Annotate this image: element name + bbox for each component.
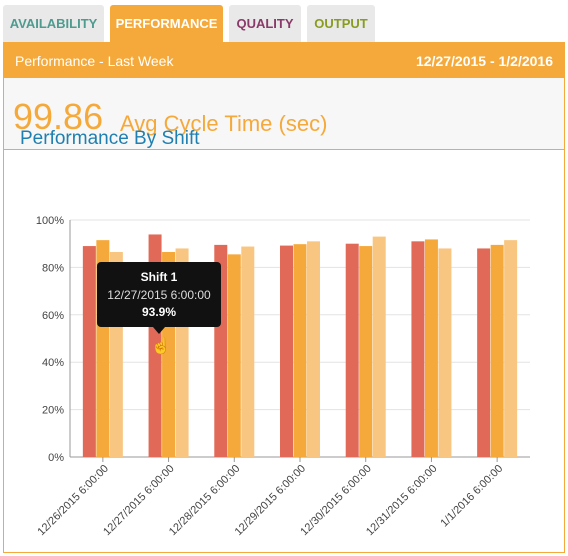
y-tick-label: 0% bbox=[48, 452, 64, 464]
chart-tooltip: Shift 1 12/27/2015 6:00:00 93.9% bbox=[97, 262, 221, 334]
x-tick-label: 12/29/2015 6:00:00 bbox=[233, 463, 309, 539]
x-tick-label: 12/31/2015 6:00:00 bbox=[364, 463, 440, 539]
x-tick-label: 12/28/2015 6:00:00 bbox=[167, 463, 243, 539]
bar-series3 bbox=[372, 236, 386, 457]
tooltip-value: 93.9% bbox=[141, 305, 177, 319]
x-tick-label: 12/30/2015 6:00:00 bbox=[298, 463, 374, 539]
bar-series1 bbox=[345, 243, 359, 457]
x-tick-label: 12/27/2015 6:00:00 bbox=[101, 463, 177, 539]
bar-series1 bbox=[411, 241, 425, 457]
y-tick-label: 80% bbox=[42, 262, 64, 274]
x-tick-label: 1/1/2016 6:00:00 bbox=[438, 463, 505, 530]
bar-series1 bbox=[477, 248, 491, 457]
bar-series2 bbox=[293, 244, 307, 457]
bar-series3 bbox=[307, 241, 320, 457]
y-tick-label: 60% bbox=[42, 310, 64, 322]
bar-series3 bbox=[504, 240, 518, 457]
bar-series3 bbox=[438, 248, 452, 457]
y-tick-label: 40% bbox=[42, 357, 64, 369]
y-tick-label: 20% bbox=[42, 405, 64, 417]
performance-chart: 0%20%40%60%80%100%12/26/2015 6:00:0012/2… bbox=[35, 215, 530, 539]
tooltip-series: Shift 1 bbox=[140, 270, 178, 284]
bar-series2 bbox=[359, 246, 373, 457]
y-tick-label: 100% bbox=[36, 215, 64, 227]
hand-cursor-icon: ☝ bbox=[151, 338, 171, 355]
bar-series2 bbox=[227, 254, 241, 457]
tooltip-arrow bbox=[153, 327, 165, 334]
tooltip-date: 12/27/2015 6:00:00 bbox=[107, 288, 211, 302]
bar-series2 bbox=[490, 244, 504, 457]
bar-series3 bbox=[241, 246, 255, 457]
bar-series1 bbox=[82, 246, 96, 457]
bar-series2 bbox=[424, 239, 438, 457]
x-tick-label: 12/26/2015 6:00:00 bbox=[35, 463, 111, 539]
bar-series1 bbox=[280, 245, 293, 457]
